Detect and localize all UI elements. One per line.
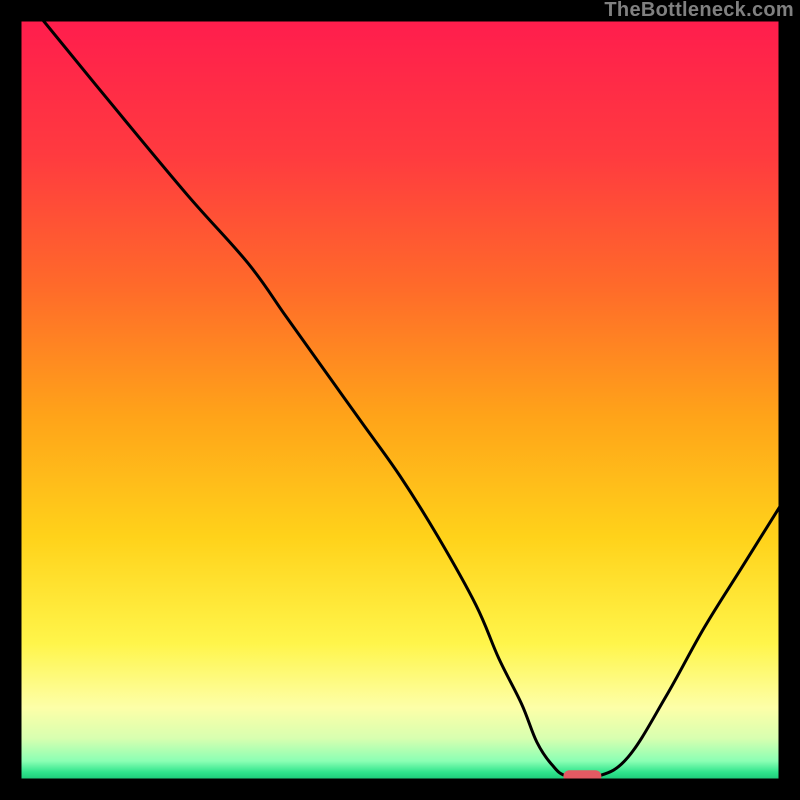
chart-background (20, 20, 780, 780)
watermark-text: TheBottleneck.com (604, 0, 794, 22)
bottleneck-chart (20, 20, 780, 780)
